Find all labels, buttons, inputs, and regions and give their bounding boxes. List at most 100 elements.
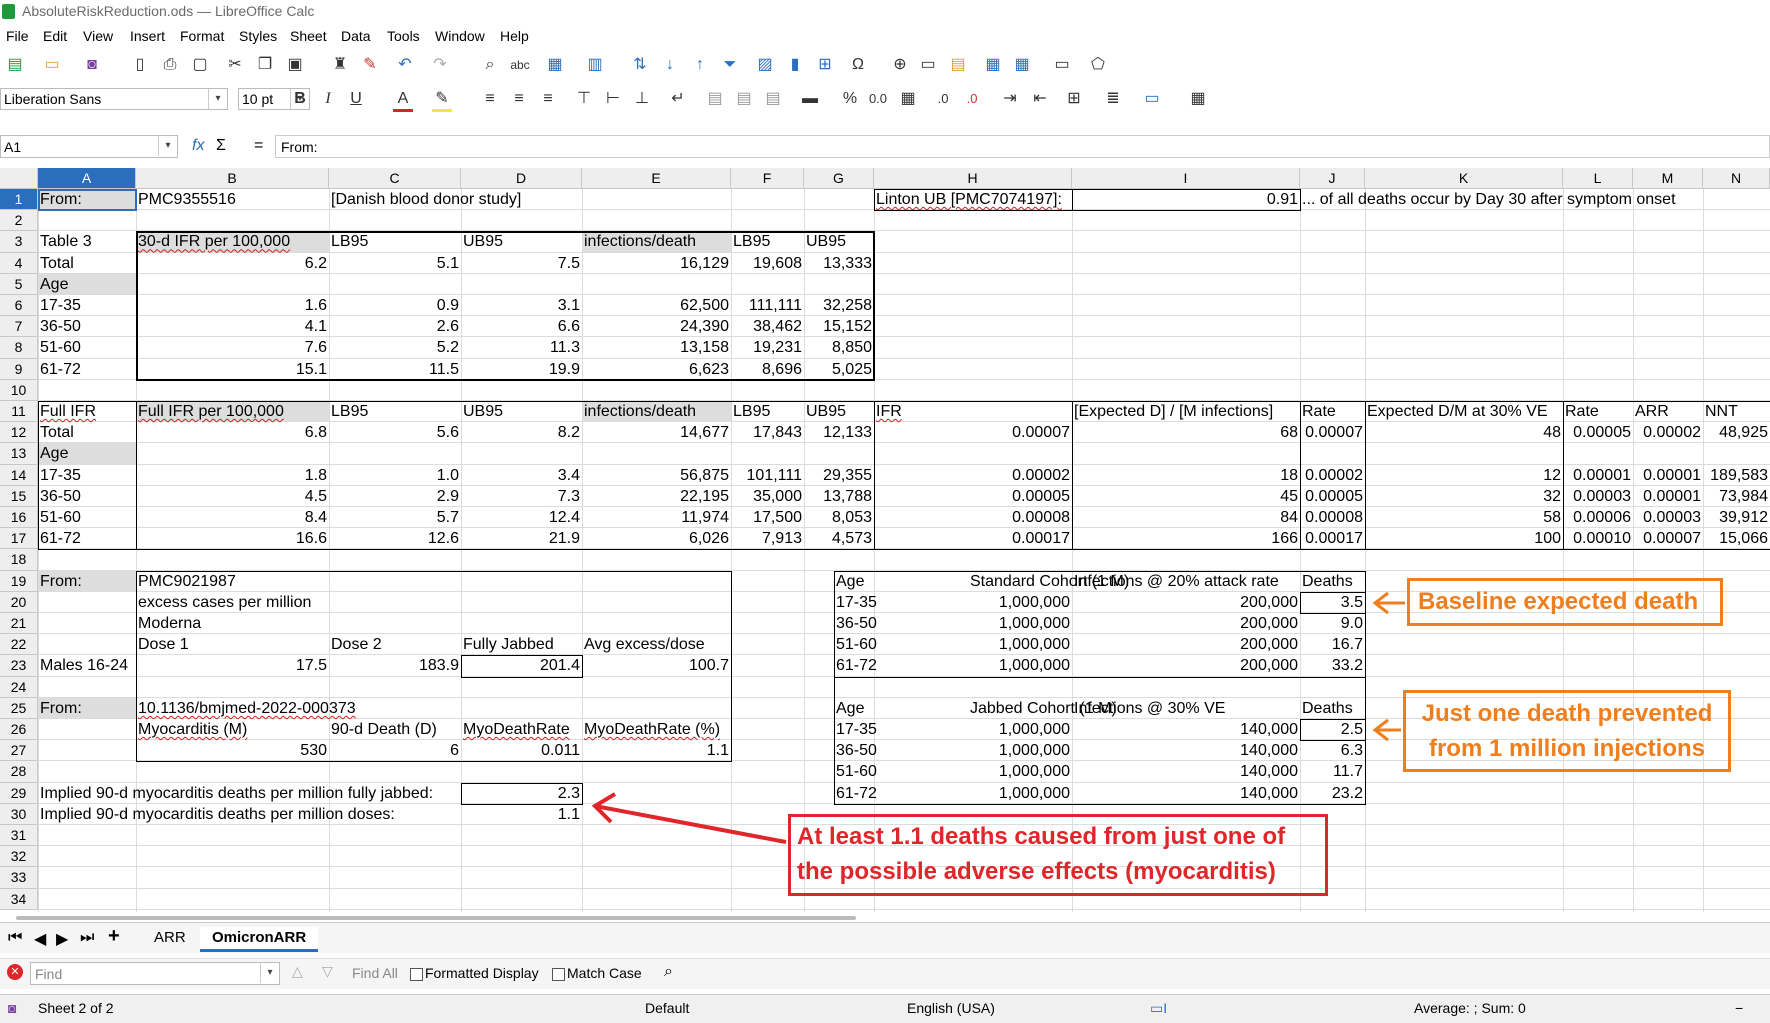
cell-i226[interactable]: 140,000	[1072, 719, 1300, 740]
find-input[interactable]: Find ▾	[30, 962, 280, 985]
page-style[interactable]: Default	[645, 1000, 689, 1016]
cell-d29[interactable]: 2.3	[461, 783, 582, 804]
cell-h15[interactable]: 0.00005	[874, 486, 1072, 507]
row-header-11[interactable]: 11	[0, 401, 38, 423]
function-wizard-icon[interactable]: fx	[192, 137, 204, 155]
row-header-22[interactable]: 22	[0, 634, 38, 656]
cell-i27[interactable]: 1,000,000	[968, 740, 1072, 761]
find-replace-dialog-icon[interactable]: ⌕	[664, 963, 673, 981]
cell-a3[interactable]: Table 3	[38, 231, 136, 252]
cell-b14[interactable]: 1.8	[136, 465, 329, 486]
cell-f9[interactable]: 8,696	[731, 359, 804, 380]
row-header-33[interactable]: 33	[0, 867, 38, 889]
column-header-a[interactable]: A	[38, 168, 136, 189]
close-find-icon[interactable]: ✕	[7, 964, 23, 980]
cell-e9[interactable]: 6,623	[582, 359, 731, 380]
cell-b8[interactable]: 7.6	[136, 337, 329, 358]
cell-a30[interactable]: Implied 90-d myocarditis deaths per mill…	[38, 804, 395, 825]
cell-k12[interactable]: 48	[1365, 422, 1563, 443]
cell-j29[interactable]: 23.2	[1300, 783, 1365, 804]
last-sheet-icon[interactable]: ⏭	[80, 929, 94, 947]
define-print-area-icon[interactable]: ▦	[983, 55, 1003, 75]
cell-e8[interactable]: 13,158	[582, 337, 731, 358]
cell-g7[interactable]: 15,152	[804, 316, 874, 337]
split-window-icon[interactable]: ▭	[1052, 55, 1072, 75]
cell-l16[interactable]: 0.00006	[1563, 507, 1633, 528]
cell-h23[interactable]: 61-72	[834, 655, 928, 676]
cell-m17[interactable]: 0.00007	[1633, 528, 1703, 549]
column-header-i[interactable]: I	[1072, 168, 1300, 189]
cell-h19[interactable]: Age	[834, 571, 928, 592]
freeze-rows-icon[interactable]: ▦	[1012, 55, 1032, 75]
cell-e3[interactable]: infections/death	[582, 231, 731, 252]
italic-icon[interactable]: I	[318, 89, 338, 109]
cell-i17[interactable]: 166	[1072, 528, 1300, 549]
cell-g16[interactable]: 8,053	[804, 507, 874, 528]
cell-l14[interactable]: 0.00001	[1563, 465, 1633, 486]
cell-b23[interactable]: 17.5	[136, 655, 329, 676]
row-header-27[interactable]: 27	[0, 740, 38, 762]
cell-c7[interactable]: 2.6	[329, 316, 461, 337]
spreadsheet-grid[interactable]: A B C D E F G H I J K L M N 1 2 3 4 5 6 7 8 9 10 11 12 13 14 15 16 17 1…	[0, 168, 1770, 912]
cell-k11[interactable]: Expected D/M at 30% VE	[1365, 401, 1563, 422]
cell-j27[interactable]: 6.3	[1300, 740, 1365, 761]
cell-b26[interactable]: Myocarditis (M)	[136, 719, 329, 740]
cell-d6[interactable]: 3.1	[461, 295, 582, 316]
horizontal-scrollbar[interactable]	[16, 916, 856, 920]
cell-j1[interactable]: ... of all deaths occur by Day 30 after …	[1300, 189, 1676, 210]
cell-d30[interactable]: 1.1	[461, 804, 582, 825]
cell-a16[interactable]: 51-60	[38, 507, 136, 528]
cell-e14[interactable]: 56,875	[582, 465, 731, 486]
sheet-indicator[interactable]: Sheet 2 of 2	[38, 1000, 114, 1016]
cell-c16[interactable]: 5.7	[329, 507, 461, 528]
align-right-icon[interactable]: ≡	[538, 89, 558, 109]
font-color-icon[interactable]: A	[393, 89, 413, 112]
menu-styles[interactable]: Styles	[239, 28, 277, 44]
cell-i15[interactable]: 45	[1072, 486, 1300, 507]
cell-i11[interactable]: [Expected D] / [M infections]	[1072, 401, 1300, 422]
menu-help[interactable]: Help	[500, 28, 529, 44]
row-header-18[interactable]: 18	[0, 549, 38, 571]
cell-g6[interactable]: 32,258	[804, 295, 874, 316]
merge-center-icon[interactable]: ▤	[705, 89, 725, 109]
header-footer-icon[interactable]: ▤	[948, 55, 968, 75]
border-style-icon[interactable]: ≣	[1103, 89, 1123, 109]
borders-icon[interactable]: ⊞	[1064, 89, 1084, 109]
cell-a7[interactable]: 36-50	[38, 316, 136, 337]
number-format-icon[interactable]: 0.0	[868, 89, 888, 109]
center-vertically-icon[interactable]: ⊢	[603, 89, 623, 109]
cell-a25[interactable]: From:	[38, 698, 136, 719]
cell-l11[interactable]: Rate	[1563, 401, 1633, 422]
row-header-9[interactable]: 9	[0, 358, 38, 380]
cell-e27[interactable]: 1.1	[582, 740, 731, 761]
row-header-32[interactable]: 32	[0, 846, 38, 868]
cell-b7[interactable]: 4.1	[136, 316, 329, 337]
align-center-icon[interactable]: ≡	[509, 89, 529, 109]
cell-a29[interactable]: Implied 90-d myocarditis deaths per mill…	[38, 783, 433, 804]
cell-f6[interactable]: 111,111	[731, 295, 804, 316]
cell-e7[interactable]: 24,390	[582, 316, 731, 337]
cell-e22[interactable]: Avg excess/dose	[582, 634, 731, 655]
cell-b4[interactable]: 6.2	[136, 253, 329, 274]
find-replace-icon[interactable]: ⌕	[480, 55, 500, 75]
sort-descending-icon[interactable]: ↑	[690, 55, 710, 75]
cell-h12[interactable]: 0.00007	[874, 422, 1072, 443]
cell-h17[interactable]: 0.00017	[874, 528, 1072, 549]
cell-c22[interactable]: Dose 2	[329, 634, 461, 655]
cell-a13[interactable]: Age	[38, 443, 136, 464]
cell-a9[interactable]: 61-72	[38, 359, 136, 380]
undo-icon[interactable]: ↶	[395, 55, 415, 75]
cell-i28[interactable]: 1,000,000	[968, 761, 1072, 782]
draw-functions-icon[interactable]: ⬠	[1088, 55, 1108, 75]
highlight-color-icon[interactable]: ✎	[432, 89, 452, 112]
cell-f7[interactable]: 38,462	[731, 316, 804, 337]
row-header-25[interactable]: 25	[0, 697, 38, 719]
cell-a8[interactable]: 51-60	[38, 337, 136, 358]
cell-c23[interactable]: 183.9	[329, 655, 461, 676]
cell-b11[interactable]: Full IFR per 100,000	[136, 401, 329, 422]
cell-m12[interactable]: 0.00002	[1633, 422, 1703, 443]
cell-m14[interactable]: 0.00001	[1633, 465, 1703, 486]
cell-a6[interactable]: 17-35	[38, 295, 136, 316]
align-bottom-icon[interactable]: ⊥	[632, 89, 652, 109]
pivot-table-icon[interactable]: ⊞	[815, 55, 835, 75]
